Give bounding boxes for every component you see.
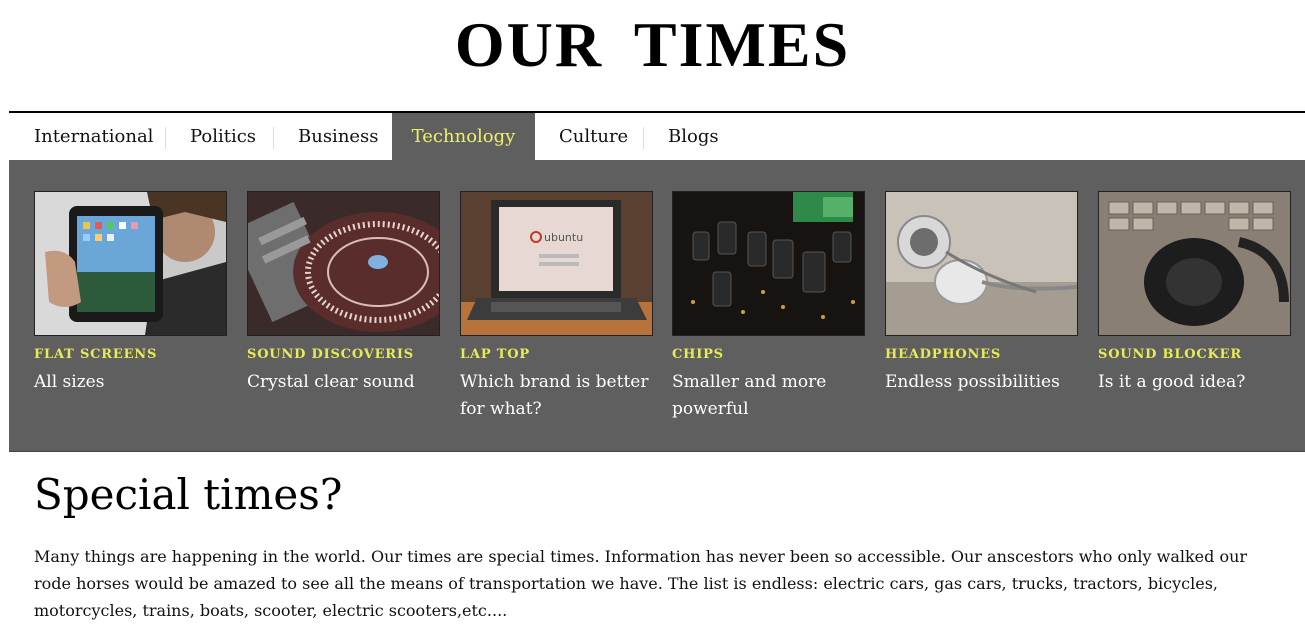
card-caption[interactable]: Is it a good idea?	[1098, 369, 1303, 396]
tablet-illustration	[35, 192, 226, 335]
nav-item-international[interactable]: International	[34, 113, 153, 161]
nav-item-blogs[interactable]: Blogs	[668, 113, 719, 161]
article-body: Many things are happening in the world. …	[34, 547, 1248, 620]
headphones-photo[interactable]	[1098, 191, 1291, 336]
laptop-screen-text: ubuntu	[544, 231, 583, 244]
earbuds-illustration	[886, 192, 1077, 335]
turntable-photo[interactable]	[247, 191, 440, 336]
turntable-illustration	[248, 192, 439, 335]
main-nav: International Politics Business Technolo…	[9, 111, 1305, 161]
card-category: SOUND BLOCKER	[1098, 347, 1242, 362]
circuit-board-photo[interactable]	[672, 191, 865, 336]
card-caption[interactable]: Endless possibilities	[885, 369, 1090, 396]
nav-separator	[165, 127, 166, 149]
card-caption[interactable]: Which brand is better for what?	[460, 369, 665, 423]
card-category: HEADPHONES	[885, 347, 1002, 362]
card-category: SOUND DISCOVERIS	[247, 347, 414, 362]
technology-dropdown-panel: FLAT SCREENS All sizes SOUND DISCOVERIS …	[9, 160, 1305, 452]
card-category: LAP TOP	[460, 347, 530, 362]
article-title: Special times?	[34, 470, 343, 519]
masthead: OUR TIMES	[0, 0, 1305, 110]
card-caption[interactable]: All sizes	[34, 369, 239, 396]
earbuds-photo[interactable]	[885, 191, 1078, 336]
nav-item-culture[interactable]: Culture	[559, 113, 628, 161]
nav-item-politics[interactable]: Politics	[190, 113, 256, 161]
card-caption[interactable]: Smaller and more powerful	[672, 369, 877, 423]
nav-item-business[interactable]: Business	[298, 113, 379, 161]
nav-item-technology[interactable]: Technology	[392, 113, 535, 161]
circuit-board-illustration	[673, 192, 864, 335]
card-caption[interactable]: Crystal clear sound	[247, 369, 452, 396]
headphones-illustration	[1099, 192, 1290, 335]
card-category: CHIPS	[672, 347, 724, 362]
card-category: FLAT SCREENS	[34, 347, 158, 362]
laptop-illustration: ubuntu	[461, 192, 652, 335]
site-title: OUR TIMES	[454, 9, 851, 80]
laptop-photo[interactable]: ubuntu	[460, 191, 653, 336]
nav-separator	[273, 127, 274, 149]
nav-separator	[643, 127, 644, 149]
tablet-photo[interactable]	[34, 191, 227, 336]
article: Special times? Many things are happening…	[34, 470, 1274, 624]
